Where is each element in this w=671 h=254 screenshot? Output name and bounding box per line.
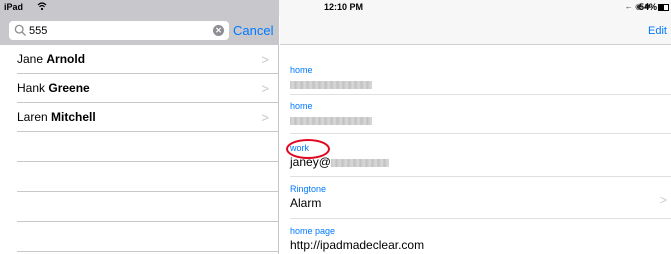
highlight-circle <box>286 139 330 159</box>
empty-list-row <box>17 192 279 222</box>
battery-percentage: 54% <box>638 2 657 12</box>
contact-last-name: Mitchell <box>51 110 96 124</box>
field-value: janey@ <box>290 155 671 169</box>
location-icon: ← <box>624 2 633 11</box>
status-bar: iPad 12:10 PM ← ◉ ✱ 54% <box>0 0 671 16</box>
chevron-right-icon: > <box>261 110 269 125</box>
edit-button[interactable]: Edit <box>648 25 667 37</box>
chevron-right-icon: > <box>659 193 667 207</box>
contact-first-name: Laren <box>17 110 48 124</box>
clock: 12:10 PM <box>324 2 364 12</box>
field-value: Alarm <box>290 196 322 210</box>
contact-list: Jane Arnold > Hank Greene > Laren Mitche… <box>0 45 279 252</box>
ringtone-field-main[interactable]: Ringtone Alarm <box>290 184 671 210</box>
search-bar: ✕ Cancel <box>0 16 279 45</box>
wifi-icon <box>37 2 47 11</box>
field-value: http://ipadmadeclear.com <box>290 238 425 252</box>
field-label: work <box>290 143 310 153</box>
phone-field-home-2[interactable]: home <box>290 101 671 127</box>
contact-last-name: Arnold <box>46 52 86 66</box>
homepage-field[interactable]: home page http://ipadmadeclear.com <box>290 226 671 252</box>
list-item[interactable]: Hank Greene > <box>17 74 279 103</box>
contact-last-name: Greene <box>48 81 90 95</box>
divider <box>290 218 671 219</box>
battery-icon <box>658 4 669 11</box>
chevron-right-icon: > <box>261 81 269 96</box>
list-item[interactable]: Jane Arnold > <box>17 45 279 74</box>
search-icon <box>14 24 26 36</box>
cancel-button[interactable]: Cancel <box>233 23 273 38</box>
empty-list-row <box>17 132 279 162</box>
field-label: home page <box>290 226 336 236</box>
contact-first-name: Jane <box>17 52 44 66</box>
empty-list-row <box>17 222 279 252</box>
search-input[interactable] <box>29 23 199 38</box>
carrier-label: iPad <box>4 2 24 12</box>
divider <box>290 94 671 95</box>
contacts-panel: ✕ Cancel Jane Arnold > Hank Greene > Lar… <box>0 16 279 254</box>
redacted-value <box>330 158 389 167</box>
field-label: home <box>290 101 313 111</box>
empty-list-row <box>17 162 279 192</box>
contact-detail-panel: Edit home home work janey@ Ringtone Alar… <box>280 16 671 254</box>
chevron-right-icon: > <box>261 52 269 67</box>
field-label: home <box>290 65 313 75</box>
field-value <box>290 77 671 91</box>
list-item[interactable]: Laren Mitchell > <box>17 103 279 132</box>
field-label: Ringtone <box>290 184 327 194</box>
search-field-box[interactable]: ✕ <box>9 21 229 40</box>
divider <box>290 176 671 177</box>
divider <box>290 133 671 134</box>
detail-nav-bar: Edit <box>280 16 671 45</box>
contact-first-name: Hank <box>17 81 46 95</box>
phone-field-home[interactable]: home <box>290 65 671 91</box>
field-value <box>290 113 671 127</box>
email-field-work[interactable]: work janey@ <box>290 143 671 169</box>
redacted-value <box>290 80 372 89</box>
redacted-value <box>290 116 372 125</box>
clear-search-icon[interactable]: ✕ <box>213 25 224 36</box>
